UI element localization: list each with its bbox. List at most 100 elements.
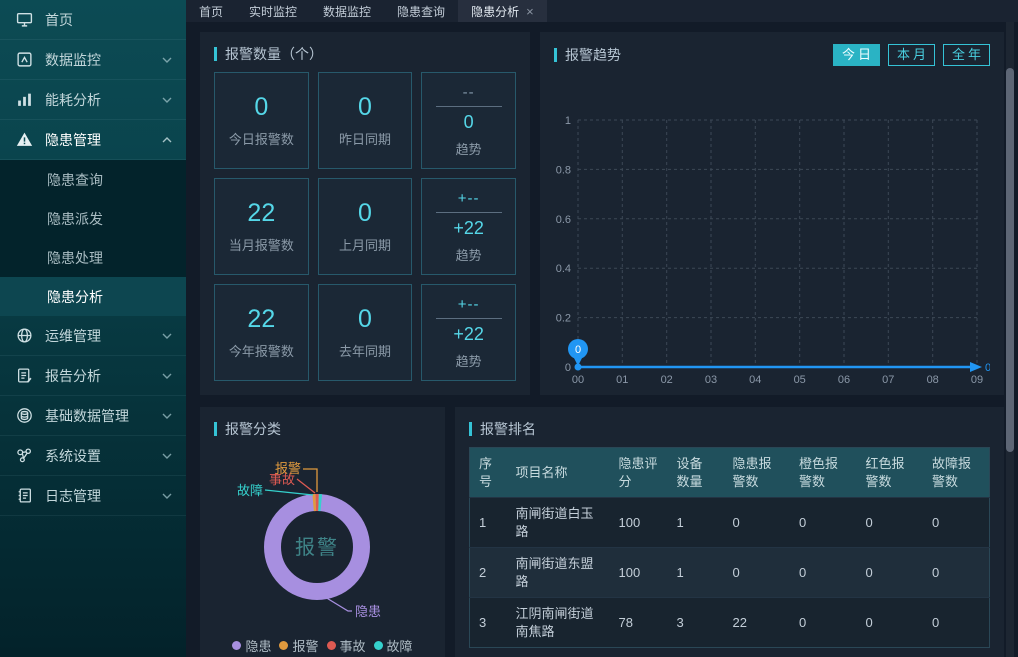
callout-label-fault: 故障 <box>237 483 263 498</box>
chevron-down-icon <box>162 57 172 63</box>
vertical-scrollbar[interactable] <box>1006 22 1014 657</box>
table-row[interactable]: 2 南闸街道东盟路 100 1 0 0 0 0 <box>470 548 990 598</box>
col-header-devices: 设备数量 <box>668 448 724 498</box>
sidebar-item-label: 首页 <box>45 10 73 30</box>
tab-realtime-monitor[interactable]: 实时监控 <box>236 0 310 22</box>
stat-label: 趋势 <box>456 351 482 370</box>
sidebar: 首页 数据监控 能耗分析 隐患管理 隐患查询 <box>0 0 186 657</box>
stat-card-year-trend: +-- +22 趋势 <box>421 284 516 381</box>
alarm-ranking-panel: 报警排名 序号 项目名称 隐患评分 设备数量 <box>455 407 1004 657</box>
chevron-down-icon <box>162 333 172 339</box>
range-button-year[interactable]: 全年 <box>943 44 990 66</box>
y-tick: 0.4 <box>556 263 571 275</box>
tab-data-monitor[interactable]: 数据监控 <box>310 0 384 22</box>
scrollbar-thumb[interactable] <box>1006 68 1014 452</box>
col-header-score: 隐患评分 <box>610 448 668 498</box>
sidebar-item-hazard-management[interactable]: 隐患管理 <box>0 120 186 160</box>
sidebar-item-report-analysis[interactable]: 报告分析 <box>0 356 186 396</box>
sidebar-subitem-label: 隐患处理 <box>47 248 103 268</box>
legend-item-hazard[interactable]: 隐患 <box>232 636 271 655</box>
legend-item-accident[interactable]: 事故 <box>327 636 366 655</box>
range-button-today[interactable]: 今日 <box>833 44 880 66</box>
sidebar-item-label: 运维管理 <box>45 326 101 346</box>
chevron-down-icon <box>162 97 172 103</box>
category-donut-chart-svg: 报警 报警 事故 故障 隐患 <box>200 429 445 629</box>
trend-bottom-value: +22 <box>453 218 484 239</box>
sidebar-item-label: 隐患管理 <box>45 130 101 150</box>
sidebar-item-label: 日志管理 <box>45 486 101 506</box>
title-accent-bar <box>214 47 217 61</box>
table-row[interactable]: 1 南闸街道白玉路 100 1 0 0 0 0 <box>470 498 990 548</box>
col-header-project: 项目名称 <box>507 448 610 498</box>
tab-home[interactable]: 首页 <box>186 0 236 22</box>
legend-dot <box>232 641 241 650</box>
sidebar-subitem-hazard-analysis[interactable]: 隐患分析 <box>0 277 186 316</box>
legend-item-alarm[interactable]: 报警 <box>279 636 318 655</box>
legend-item-fault[interactable]: 故障 <box>374 636 413 655</box>
sidebar-item-system-settings[interactable]: 系统设置 <box>0 436 186 476</box>
chevron-down-icon <box>162 373 172 379</box>
sidebar-item-data-monitor[interactable]: 数据监控 <box>0 40 186 80</box>
alarm-count-panel: 报警数量（个） 0 今日报警数 0 昨日同期 -- <box>200 32 530 395</box>
trend-top-value: -- <box>463 84 475 101</box>
trend-chart: 1 0.8 0.6 0.4 0.2 0 00 01 0 <box>554 70 990 395</box>
app-root: 首页 数据监控 能耗分析 隐患管理 隐患查询 <box>0 0 1018 657</box>
alarm-category-panel: 报警分类 报警 <box>200 407 445 657</box>
pin-value: 0 <box>575 344 581 356</box>
sidebar-item-energy-analysis[interactable]: 能耗分析 <box>0 80 186 120</box>
tab-bar: 首页 实时监控 数据监控 隐患查询 隐患分析 × <box>186 0 1018 22</box>
sidebar-submenu-hazard: 隐患查询 隐患派发 隐患处理 隐患分析 <box>0 160 186 316</box>
home-monitor-icon <box>16 11 33 28</box>
chevron-down-icon <box>162 493 172 499</box>
main-area: 首页 实时监控 数据监控 隐患查询 隐患分析 × 报警数量（个） <box>186 0 1018 657</box>
tab-hazard-query[interactable]: 隐患查询 <box>384 0 458 22</box>
stat-label: 趋势 <box>456 139 482 158</box>
table-row[interactable]: 3 江阴南闸街道南焦路 78 3 22 0 0 0 <box>470 598 990 648</box>
alarm-count-title: 报警数量（个） <box>214 44 516 64</box>
stat-label: 昨日同期 <box>339 129 391 148</box>
sidebar-subitem-hazard-handle[interactable]: 隐患处理 <box>0 238 186 277</box>
col-header-fault-alarm: 故障报警数 <box>923 448 990 498</box>
callout-line-accident <box>297 479 315 493</box>
tab-hazard-analysis[interactable]: 隐患分析 × <box>458 0 547 22</box>
range-button-month[interactable]: 本月 <box>888 44 935 66</box>
stat-card-grid: 0 今日报警数 0 昨日同期 -- 0 趋势 <box>214 72 516 381</box>
stat-card-year: 22 今年报警数 <box>214 284 309 381</box>
sidebar-item-label: 能耗分析 <box>45 90 101 110</box>
ops-management-icon <box>16 327 33 344</box>
trend-top-value: +-- <box>458 296 480 313</box>
sidebar-item-log-management[interactable]: 日志管理 <box>0 476 186 516</box>
stat-value: 0 <box>254 93 268 122</box>
x-tick: 05 <box>794 374 806 386</box>
legend-dot <box>279 641 288 650</box>
x-tick: 00 <box>572 374 584 386</box>
sidebar-item-label: 数据监控 <box>45 50 101 70</box>
stat-card-month: 22 当月报警数 <box>214 178 309 275</box>
tab-label: 实时监控 <box>249 3 297 20</box>
stat-label: 上月同期 <box>339 235 391 254</box>
stat-label: 今日报警数 <box>229 129 294 148</box>
alarm-category-title: 报警分类 <box>214 419 431 439</box>
chevron-down-icon <box>162 413 172 419</box>
sidebar-item-base-data-management[interactable]: 基础数据管理 <box>0 396 186 436</box>
sidebar-item-label: 报告分析 <box>45 366 101 386</box>
base-data-icon <box>16 407 33 424</box>
sidebar-item-label: 系统设置 <box>45 446 101 466</box>
system-settings-icon <box>16 447 33 464</box>
hazard-management-icon <box>16 131 33 148</box>
sidebar-subitem-hazard-query[interactable]: 隐患查询 <box>0 160 186 199</box>
x-tick: 03 <box>705 374 717 386</box>
col-header-orange-alarm: 橙色报警数 <box>790 448 857 498</box>
dashboard-content: 报警数量（个） 0 今日报警数 0 昨日同期 -- <box>186 22 1018 657</box>
sidebar-item-ops-management[interactable]: 运维管理 <box>0 316 186 356</box>
category-legend: 隐患 报警 事故 故障 <box>200 636 445 655</box>
stat-card-last-year: 0 去年同期 <box>318 284 413 381</box>
tab-close-icon[interactable]: × <box>526 5 534 18</box>
tab-label: 隐患分析 <box>471 3 519 20</box>
trend-range-buttons: 今日 本月 全年 <box>833 44 990 66</box>
sidebar-item-home[interactable]: 首页 <box>0 0 186 40</box>
trend-divider <box>436 106 502 107</box>
x-tick: 04 <box>749 374 761 386</box>
stat-card-last-month: 0 上月同期 <box>318 178 413 275</box>
sidebar-subitem-hazard-dispatch[interactable]: 隐患派发 <box>0 199 186 238</box>
